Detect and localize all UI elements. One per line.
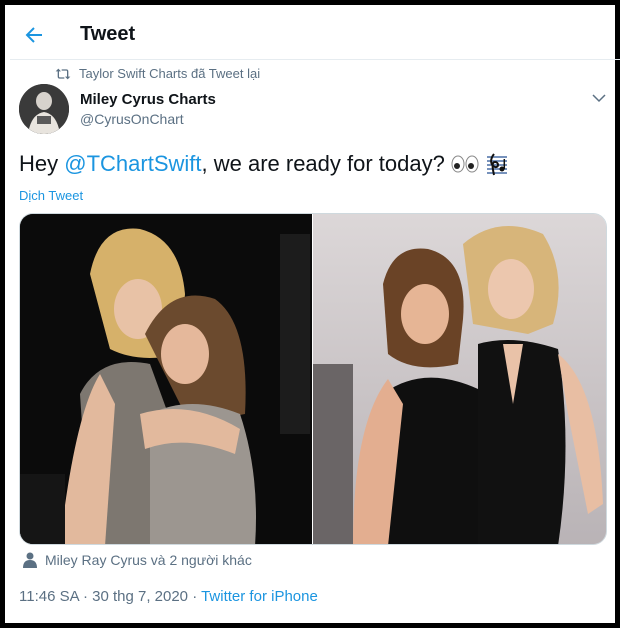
retweet-icon (55, 68, 71, 79)
header-bar: Tweet (10, 10, 620, 60)
tweet-text: Hey @TChartSwift , we are ready for toda… (19, 151, 509, 177)
author-handle[interactable]: @CyrusOnChart (80, 111, 184, 127)
likers-row[interactable]: Miley Ray Cyrus và 2 người khác (23, 552, 252, 568)
translate-tweet-link[interactable]: Dịch Tweet (19, 188, 83, 203)
tweet-suffix: , we are ready for today? (201, 151, 445, 176)
page-title: Tweet (80, 23, 136, 45)
retweet-label: Taylor Swift Charts đã Tweet lại (79, 66, 261, 81)
media-grid (19, 213, 607, 545)
photo-1[interactable] (20, 214, 312, 544)
retweet-context[interactable]: Taylor Swift Charts đã Tweet lại (55, 66, 260, 81)
photo-2[interactable] (313, 214, 606, 544)
timestamp[interactable]: 11:46 SA · 30 thg 7, 2020 · (19, 588, 201, 605)
eyes-emoji (451, 154, 479, 174)
person-icon (23, 552, 37, 568)
musical-score-emoji (485, 151, 509, 177)
tweet-meta: 11:46 SA · 30 thg 7, 2020 · Twitter for … (19, 588, 318, 605)
likers-label: Miley Ray Cyrus và 2 người khác (45, 552, 252, 568)
chevron-down-icon[interactable] (590, 89, 608, 107)
tweet-window: Tweet Taylor Swift Charts đã Tweet lại M… (0, 0, 620, 628)
avatar[interactable] (19, 84, 69, 134)
tweet-prefix: Hey (19, 151, 65, 176)
back-arrow-icon[interactable] (22, 23, 46, 47)
author-name[interactable]: Miley Cyrus Charts (80, 91, 216, 108)
mention-link[interactable]: @TChartSwift (64, 151, 201, 177)
source-link[interactable]: Twitter for iPhone (201, 588, 318, 605)
